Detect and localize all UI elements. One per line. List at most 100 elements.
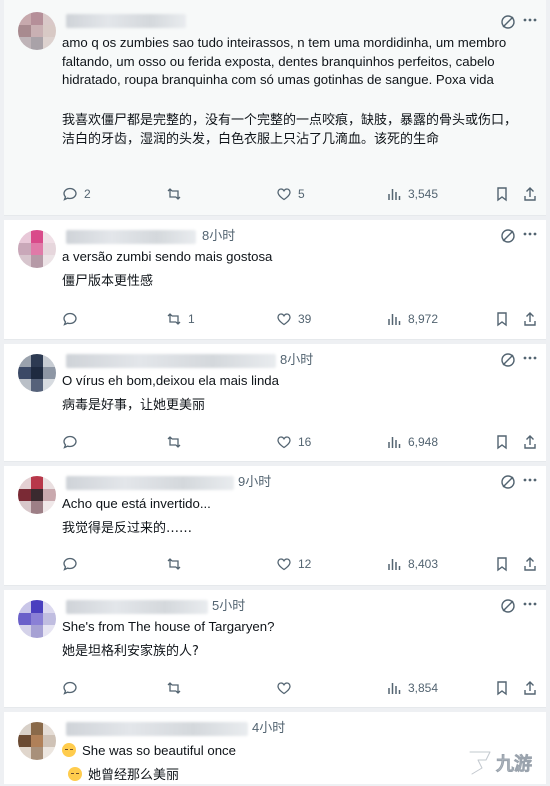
more-icon[interactable]: [522, 12, 538, 28]
like-button[interactable]: [276, 680, 298, 696]
more-icon[interactable]: [522, 226, 538, 242]
author-name[interactable]: [66, 600, 208, 614]
retweet-button[interactable]: [166, 680, 188, 696]
like-button[interactable]: 16: [276, 434, 311, 450]
share-icon[interactable]: [522, 311, 538, 327]
tweet-card[interactable]: amo q os zumbies sao tudo inteirassos, n…: [4, 0, 546, 216]
views-button[interactable]: 3,545: [386, 186, 438, 202]
retweet-button[interactable]: [166, 556, 188, 572]
reply-button[interactable]: 2: [62, 186, 91, 202]
like-count: 12: [298, 557, 312, 571]
like-icon: [277, 436, 291, 449]
views-count: 6,948: [408, 435, 439, 449]
share-icon[interactable]: [522, 556, 538, 572]
views-icon: [388, 437, 401, 448]
like-button[interactable]: 12: [276, 556, 311, 572]
bookmark-icon[interactable]: [494, 680, 510, 696]
like-button[interactable]: 5: [276, 186, 305, 202]
translate-icon[interactable]: [500, 598, 516, 614]
reply-button[interactable]: [62, 556, 84, 572]
retweet-icon: [167, 682, 181, 694]
bookmark-icon[interactable]: [494, 311, 510, 327]
translate-icon[interactable]: [500, 352, 516, 368]
timestamp[interactable]: 8小时: [280, 349, 313, 368]
views-icon: [388, 189, 401, 200]
retweet-icon: [167, 188, 181, 200]
bookmark-icon[interactable]: [494, 434, 510, 450]
avatar[interactable]: [18, 600, 56, 638]
views-count: 8,972: [408, 312, 439, 326]
tweet-actions: 1 39 8,972: [62, 311, 536, 331]
tweet-card[interactable]: 8小时 a versão zumbi sendo mais gostosa 僵尸…: [4, 220, 546, 340]
share-icon[interactable]: [522, 680, 538, 696]
retweet-button[interactable]: [166, 434, 188, 450]
tweet-text: She was so beautiful once: [62, 742, 526, 761]
tweet-translation: 僵尸版本更性感: [62, 274, 154, 289]
retweet-button[interactable]: 1: [166, 311, 195, 327]
like-count: 5: [298, 187, 305, 201]
tweet-card[interactable]: 9小时 Acho que está invertido... 我觉得是反过来的……: [4, 466, 546, 586]
bookmark-icon[interactable]: [494, 186, 510, 202]
views-icon: [388, 314, 401, 325]
tweet-text-content: She was so beautiful once: [82, 743, 236, 758]
avatar[interactable]: [18, 230, 56, 268]
author-name[interactable]: [66, 354, 276, 368]
author-name[interactable]: [66, 14, 186, 28]
watermark-logo: 九游: [464, 744, 544, 780]
more-icon[interactable]: [522, 596, 538, 612]
reply-button[interactable]: [62, 434, 84, 450]
more-icon[interactable]: [522, 472, 538, 488]
retweet-icon: [167, 313, 181, 325]
views-count: 8,403: [408, 557, 439, 571]
like-icon: [277, 313, 291, 326]
translate-icon[interactable]: [500, 14, 516, 30]
tweet-text: O vírus eh bom,deixou ela mais linda: [62, 373, 279, 388]
avatar[interactable]: [18, 476, 56, 514]
tweet-translation: 病毒是好事，让她更美丽: [62, 398, 206, 413]
like-icon: [277, 558, 291, 571]
timestamp[interactable]: 9小时: [238, 471, 271, 490]
bookmark-icon[interactable]: [494, 556, 510, 572]
timestamp[interactable]: 8小时: [202, 225, 235, 244]
views-button[interactable]: 8,972: [386, 311, 438, 327]
views-button[interactable]: 8,403: [386, 556, 438, 572]
reply-button[interactable]: [62, 311, 84, 327]
tweet-text: She's from The house of Targaryen?: [62, 619, 275, 634]
like-icon: [277, 188, 291, 201]
views-icon: [388, 683, 401, 694]
reply-count: 2: [84, 187, 91, 201]
tweet-text: a versão zumbi sendo mais gostosa: [62, 249, 273, 264]
share-icon[interactable]: [522, 434, 538, 450]
tweet-actions: 16 6,948: [62, 434, 536, 454]
tweet-text: amo q os zumbies sao tudo inteirassos, n…: [62, 35, 507, 87]
like-count: 16: [298, 435, 312, 449]
reply-button[interactable]: [62, 680, 84, 696]
reply-icon: [63, 187, 77, 201]
tweet-translation: 她曾经那么美丽: [68, 767, 526, 786]
translate-icon[interactable]: [500, 228, 516, 244]
avatar[interactable]: [18, 12, 56, 50]
author-name[interactable]: [66, 476, 234, 490]
like-button[interactable]: 39: [276, 311, 311, 327]
views-count: 3,854: [408, 681, 439, 695]
tweet-card[interactable]: 8小时 O vírus eh bom,deixou ela mais linda…: [4, 344, 546, 462]
avatar[interactable]: [18, 722, 56, 760]
author-name[interactable]: [66, 230, 196, 244]
tweet-card[interactable]: 5小时 She's from The house of Targaryen? 她…: [4, 590, 546, 708]
views-button[interactable]: 6,948: [386, 434, 438, 450]
pensive-face-emoji: [68, 767, 82, 781]
more-icon[interactable]: [522, 350, 538, 366]
timestamp[interactable]: 5小时: [212, 595, 245, 614]
translate-icon[interactable]: [500, 474, 516, 490]
reply-icon: [63, 557, 77, 571]
views-icon: [388, 559, 401, 570]
retweet-button[interactable]: [166, 186, 188, 202]
share-icon[interactable]: [522, 186, 538, 202]
timestamp[interactable]: 4小时: [252, 717, 285, 736]
tweet-translation-content: 她曾经那么美丽: [88, 768, 180, 783]
views-button[interactable]: 3,854: [386, 680, 438, 696]
avatar[interactable]: [18, 354, 56, 392]
tweet-translation: 我觉得是反过来的……: [62, 521, 193, 536]
author-name[interactable]: [66, 722, 248, 736]
watermark-text: 九游: [495, 753, 532, 775]
